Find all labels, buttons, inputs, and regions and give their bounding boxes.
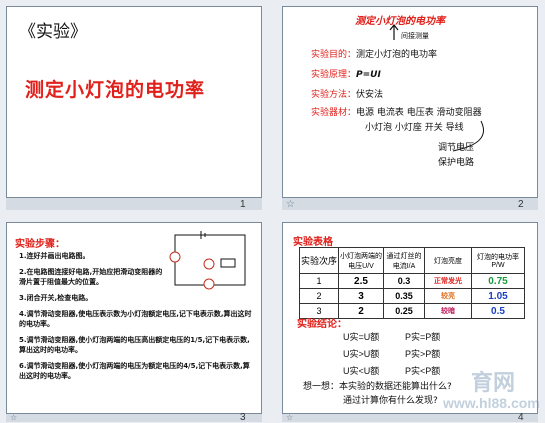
data-table: 实验次序 小灯泡两端的电压U/V 通过灯丝的电流I/A 灯泡亮度 灯泡的电功率P… (299, 247, 525, 319)
table-cell: 0.25 (383, 303, 425, 319)
step-item: 5.调节滑动变阻器,使小灯泡两端的电压高出额定电压的1/5,记下电表示数,算出这… (19, 336, 250, 354)
steps-list: 1.连好并画出电路图。 2.在电路图连接好电路,开始应把滑动变阻器的滑片置于阻值… (19, 251, 169, 309)
principle-value: P=UI (356, 70, 381, 80)
principle-label: 实验原理： (311, 70, 357, 80)
table-cell: 0.75 (471, 273, 525, 289)
slide-footer-bar (6, 414, 262, 422)
slide-marker-icon[interactable]: ☆ (286, 199, 295, 210)
table-header: 小灯泡两端的电压U/V (338, 247, 384, 274)
equipment-label: 实验器材： (311, 108, 357, 118)
purpose-row: 实验目的：测定小灯泡的电功率 (311, 47, 437, 60)
table-header: 通过灯丝的电流I/A (383, 247, 425, 274)
table-row: 2 3 0.35 较亮 1.05 (299, 288, 525, 304)
conclusion-row: U实<U额 P实<P额 (343, 363, 440, 380)
step-item: 4.调节滑动变阻器,使电压表示数为小灯泡额定电压,记下电表示数,算出这时的电功率… (19, 310, 252, 328)
slide-thumbnail-2[interactable]: 测定小灯泡的电功率 间接测量 实验目的：测定小灯泡的电功率 实验原理：P=UI … (282, 6, 538, 198)
principle-row: 实验原理：P=UI (311, 67, 381, 80)
slide-subtitle: 间接测量 (401, 32, 429, 40)
table-cell: 较亮 (424, 288, 472, 304)
slide-number: 3 (240, 412, 246, 423)
method-value: 伏安法 (356, 90, 384, 100)
table-cell: 0.3 (383, 273, 425, 289)
power-relation: P实<P额 (405, 366, 441, 376)
table-cell: 0.35 (383, 288, 425, 304)
table-cell: 正常发光 (424, 273, 472, 289)
step-item: 1.连好并画出电路图。 (19, 252, 90, 260)
slide-heading: 《实验》 (19, 22, 87, 42)
equipment-row: 实验器材：电源 电流表 电压表 滑动变阻器 (311, 105, 482, 118)
think-line1: 想一想：本实验的数据还能算出什么? (303, 382, 452, 392)
table-cell: 2 (299, 288, 339, 304)
slide-number: 1 (240, 199, 246, 210)
slide-thumbnail-3[interactable]: 实验步骤： 1.连好并画出电路图。 2.在电路图连接好电路,开始应把滑动变阻器的… (6, 222, 262, 414)
conclusion-row: U实=U额 P实=P额 (343, 329, 440, 346)
step-item: 6.调节滑动变阻器,使小灯泡两端的电压为额定电压的4/5,记下电表示数,算出这时… (19, 362, 250, 380)
voltage-relation: U实<U额 (343, 366, 380, 376)
conclusion-title: 实验结论： (297, 319, 347, 330)
table-header: 灯泡的电功率P/W (471, 247, 525, 274)
curved-arrow-icon (452, 120, 484, 152)
slide-footer-bar (282, 198, 538, 210)
table-header: 实验次序 (299, 247, 339, 274)
step-item: 3.闭合开关,检查电路。 (19, 294, 93, 302)
watermark-logo: 育网 (471, 370, 516, 395)
purpose-label: 实验目的： (311, 50, 357, 60)
voltage-relation: U实=U额 (343, 332, 380, 342)
method-row: 实验方法：伏安法 (311, 87, 383, 100)
slide-number: 2 (518, 199, 524, 210)
table-cell: 较暗 (424, 303, 472, 319)
voltage-relation: U实>U额 (343, 349, 380, 359)
conclusion-row: U实>U额 P实>P额 (343, 346, 440, 363)
slide-thumbnail-4[interactable]: 实验表格 实验次序 小灯泡两端的电压U/V 通过灯丝的电流I/A 灯泡亮度 灯泡… (282, 222, 540, 414)
slide-title: 测定小灯泡的电功率 (25, 79, 206, 101)
slide-number: 4 (518, 412, 524, 423)
watermark-url: www.hl88.com (443, 395, 540, 411)
power-relation: P实=P额 (405, 332, 441, 342)
purpose-value: 测定小灯泡的电功率 (356, 50, 438, 60)
power-relation: P实>P额 (405, 349, 441, 359)
note-line2: 保护电路 (438, 158, 475, 168)
note-line1: 调节电压 (438, 143, 475, 153)
table-header: 灯泡亮度 (424, 247, 472, 274)
slide-footer-bar (6, 198, 262, 210)
method-label: 实验方法： (311, 90, 357, 100)
table-cell: 1.05 (471, 288, 525, 304)
slide-footer-bar (282, 414, 538, 422)
slide-title: 实验步骤： (15, 239, 65, 250)
table-row: 1 2.5 0.3 正常发光 0.75 (299, 273, 525, 289)
circuit-diagram (169, 231, 246, 290)
table-cell: 1 (299, 273, 339, 289)
slide-marker-icon[interactable]: ☆ (10, 413, 17, 422)
table-title: 实验表格 (293, 237, 333, 248)
arrow-icon (389, 24, 399, 40)
slide-marker-icon[interactable]: ☆ (286, 413, 293, 422)
step-item: 2.在电路图连接好电路,开始应把滑动变阻器的滑片置于阻值最大的位置。 (19, 268, 163, 286)
steps-list-continued: 4.调节滑动变阻器,使电压表示数为小灯泡额定电压,记下电表示数,算出这时的电功率… (19, 309, 255, 381)
equipment-line1: 电源 电流表 电压表 滑动变阻器 (356, 108, 482, 118)
slide-thumbnail-1[interactable]: 《实验》 测定小灯泡的电功率 (6, 6, 262, 198)
conclusion-list: U实=U额 P实=P额 U实>U额 P实>P额 U实<U额 P实<P额 (343, 329, 440, 380)
think-line2: 通过计算你有什么发现? (343, 396, 438, 406)
table-cell: 3 (338, 288, 384, 304)
table-cell: 2.5 (338, 273, 384, 289)
table-cell: 0.5 (471, 303, 525, 319)
